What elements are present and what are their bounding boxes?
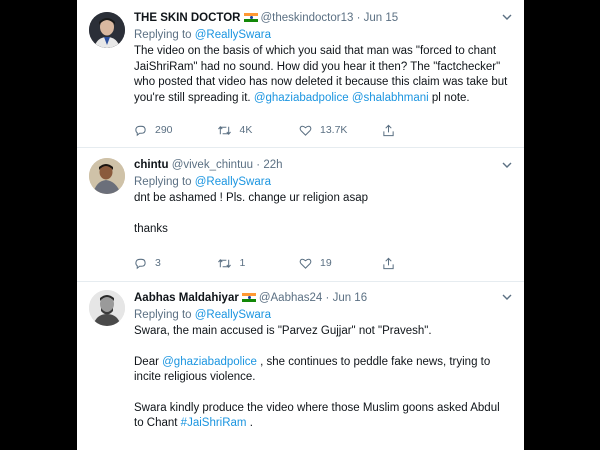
mention-link[interactable]: @ghaziabadpolice	[254, 92, 349, 104]
tweet-header: Aabhas Maldahiyar @Aabhas24 · Jun 16	[134, 290, 512, 306]
share-icon	[382, 257, 394, 269]
like-button[interactable]: 19	[299, 254, 382, 272]
separator: ·	[256, 159, 261, 171]
tweet-text: dnt be ashamed ! Pls. change ur religion…	[134, 191, 512, 237]
retweet-icon	[217, 125, 231, 135]
display-name[interactable]: THE SKIN DOCTOR	[134, 12, 241, 24]
share-icon	[382, 124, 394, 136]
retweet-button[interactable]: 1	[217, 254, 300, 272]
india-flag-icon	[241, 293, 256, 302]
like-count: 13.7K	[320, 124, 348, 136]
tweet-header: THE SKIN DOCTOR @theskindoctor13 · Jun 15	[134, 10, 512, 26]
like-icon	[299, 125, 312, 136]
avatar[interactable]	[89, 12, 125, 48]
replying-to-label: Replying to	[134, 29, 192, 41]
like-count: 19	[320, 257, 332, 269]
reply-icon	[135, 125, 146, 136]
display-name[interactable]: Aabhas Maldahiyar	[134, 292, 239, 304]
replying-to-link[interactable]: @ReallySwara	[195, 176, 271, 188]
tweet-2[interactable]: chintu @vivek_chintuu · 22h Replying to …	[77, 148, 524, 282]
tweet-line: thanks	[134, 222, 168, 235]
tweet-text-part: pl note.	[428, 91, 470, 104]
timestamp[interactable]: Jun 15	[364, 12, 399, 24]
retweet-count: 1	[239, 257, 246, 269]
replying-to-label: Replying to	[134, 309, 192, 321]
india-flag-icon	[243, 13, 258, 22]
chevron-down-icon[interactable]	[500, 10, 514, 24]
replying-to-link[interactable]: @ReallySwara	[195, 29, 271, 41]
reply-count: 290	[155, 124, 173, 136]
user-handle[interactable]: @Aabhas24	[259, 292, 322, 304]
tweet-1[interactable]: THE SKIN DOCTOR @theskindoctor13 · Jun 15…	[77, 0, 524, 148]
replying-to: Replying to @ReallySwara	[134, 27, 512, 43]
display-name[interactable]: chintu	[134, 159, 169, 171]
retweet-icon	[217, 258, 231, 268]
like-button[interactable]: 13.7K	[299, 121, 382, 139]
share-button[interactable]	[382, 121, 465, 139]
tweet-text-part: .	[246, 417, 253, 429]
chevron-down-icon[interactable]	[500, 158, 514, 172]
timestamp[interactable]: Jun 16	[333, 292, 368, 304]
tweet-3[interactable]: Aabhas Maldahiyar @Aabhas24 · Jun 16 Repl…	[77, 282, 524, 450]
reply-count: 3	[155, 257, 161, 269]
user-handle[interactable]: @vivek_chintuu	[172, 159, 253, 171]
tweet-text: Swara, the main accused is "Parvez Gujja…	[134, 324, 512, 432]
separator: ·	[356, 12, 361, 24]
hashtag-link[interactable]: #JaiShriRam	[181, 417, 247, 429]
chevron-down-icon[interactable]	[500, 290, 514, 304]
tweet-thread-panel: THE SKIN DOCTOR @theskindoctor13 · Jun 15…	[77, 0, 524, 450]
tweet-text-part: Dear	[134, 355, 163, 368]
separator: ·	[325, 292, 330, 304]
tweet-paragraph: Swara, the main accused is "Parvez Gujja…	[134, 325, 432, 337]
like-icon	[299, 258, 312, 269]
timestamp[interactable]: 22h	[263, 159, 282, 171]
replying-to: Replying to @ReallySwara	[134, 174, 512, 190]
reply-icon	[135, 258, 146, 269]
retweet-button[interactable]: 4K	[217, 121, 300, 139]
reply-button[interactable]: 290	[134, 121, 217, 139]
user-handle[interactable]: @theskindoctor13	[261, 12, 354, 24]
mention-link[interactable]: @ghaziabadpolice	[162, 356, 257, 368]
mention-link[interactable]: @shalabhmani	[352, 92, 429, 104]
reply-button[interactable]: 3	[134, 254, 217, 272]
tweet-line: dnt be ashamed ! Pls. change ur religion…	[134, 192, 368, 204]
avatar[interactable]	[89, 290, 125, 326]
replying-to: Replying to @ReallySwara	[134, 307, 512, 323]
tweet-text: The video on the basis of which you said…	[134, 44, 512, 106]
replying-to-label: Replying to	[134, 176, 192, 188]
replying-to-link[interactable]: @ReallySwara	[195, 309, 271, 321]
avatar[interactable]	[89, 158, 125, 194]
retweet-count: 4K	[239, 124, 253, 136]
share-button[interactable]	[382, 254, 465, 272]
tweet-header: chintu @vivek_chintuu · 22h	[134, 157, 512, 173]
tweet-actions: 3 1 19	[134, 254, 464, 272]
tweet-actions: 290 4K 13.7K	[134, 121, 464, 139]
